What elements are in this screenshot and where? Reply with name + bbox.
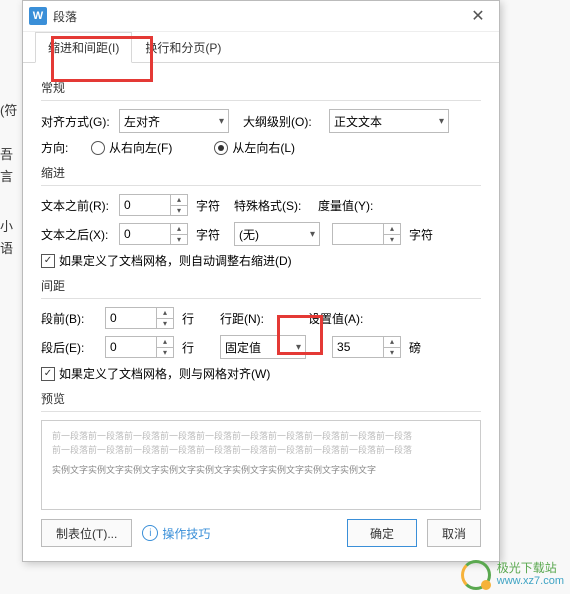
- section-indent: 缩进: [41, 164, 481, 181]
- checkbox-snap-to-grid[interactable]: 如果定义了文档网格，则与网格对齐(W): [41, 365, 270, 382]
- chevron-up-icon[interactable]: ▴: [157, 337, 173, 348]
- checkbox-auto-adjust-indent[interactable]: 如果定义了文档网格，则自动调整右缩进(D): [41, 252, 292, 269]
- alignment-value: 左对齐: [124, 113, 160, 130]
- chevron-down-icon: ▾: [219, 116, 224, 127]
- chevron-up-icon[interactable]: ▴: [171, 195, 187, 206]
- ok-button[interactable]: 确定: [347, 519, 417, 547]
- app-icon: W: [29, 7, 47, 25]
- outline-dropdown[interactable]: 正文文本 ▾: [329, 109, 449, 133]
- unit-label: 磅: [409, 339, 421, 356]
- label-outline: 大纲级别(O):: [243, 113, 323, 130]
- label-line-spacing: 行距(N):: [220, 310, 276, 327]
- divider: [41, 298, 481, 299]
- chevron-down-icon[interactable]: ▾: [384, 348, 400, 358]
- radio-ltr[interactable]: 从左向右(L): [214, 139, 295, 156]
- divider: [41, 100, 481, 101]
- close-icon[interactable]: ✕: [463, 1, 493, 31]
- radio-rtl[interactable]: 从右向左(F): [91, 139, 172, 156]
- preview-sample-text: 实例文字实例文字实例文字实例文字实例文字实例文字实例文字实例文字实例文字: [52, 463, 470, 477]
- label-special-format: 特殊格式(S):: [234, 197, 312, 214]
- chevron-down-icon[interactable]: ▾: [384, 235, 400, 245]
- tab-line-page-breaks[interactable]: 换行和分页(P): [132, 32, 234, 62]
- chevron-down-icon: ▾: [310, 229, 315, 240]
- chevron-down-icon: ▾: [439, 116, 444, 127]
- line-spacing-value: 固定值: [225, 339, 261, 356]
- left-text: (符: [0, 100, 22, 122]
- radio-rtl-label: 从右向左(F): [109, 139, 172, 156]
- text-before-value: 0: [119, 194, 170, 216]
- unit-label: 行: [182, 310, 194, 327]
- preview-grey-text: 前一段落前一段落前一段落前一段落前一段落前一段落前一段落前一段落前一段落前一段落: [52, 429, 470, 443]
- left-text: 吾言: [0, 144, 22, 188]
- unit-label: 字符: [409, 226, 433, 243]
- label-measure: 度量值(Y):: [318, 197, 384, 214]
- section-spacing: 间距: [41, 277, 481, 294]
- outline-value: 正文文本: [334, 113, 382, 130]
- tips-link[interactable]: i 操作技巧: [142, 525, 210, 542]
- divider: [41, 411, 481, 412]
- set-value-spinner[interactable]: 35 ▴▾: [332, 336, 401, 358]
- watermark-logo-icon: [461, 560, 491, 590]
- dialog-title: 段落: [53, 8, 463, 25]
- paragraph-dialog: W 段落 ✕ 缩进和间距(I) 换行和分页(P) 常规 对齐方式(G): 左对齐…: [22, 0, 500, 562]
- section-preview: 预览: [41, 390, 481, 407]
- label-set-value: 设置值(A):: [308, 310, 374, 327]
- text-before-spinner[interactable]: 0 ▴▾: [119, 194, 188, 216]
- label-direction: 方向:: [41, 139, 85, 156]
- tab-indent-spacing[interactable]: 缩进和间距(I): [35, 32, 132, 63]
- divider: [41, 185, 481, 186]
- space-before-spinner[interactable]: 0 ▴▾: [105, 307, 174, 329]
- watermark-name: 极光下载站: [497, 562, 564, 575]
- label-space-before: 段前(B):: [41, 310, 99, 327]
- chevron-down-icon[interactable]: ▾: [157, 319, 173, 329]
- watermark: 极光下载站 www.xz7.com: [461, 560, 564, 590]
- checkbox-icon: [41, 367, 55, 381]
- preview-grey-text: 前一段落前一段落前一段落前一段落前一段落前一段落前一段落前一段落前一段落前一段落: [52, 443, 470, 457]
- tips-label: 操作技巧: [162, 525, 210, 542]
- tabstops-button[interactable]: 制表位(T)...: [41, 519, 132, 547]
- chevron-up-icon[interactable]: ▴: [384, 337, 400, 348]
- section-general: 常规: [41, 79, 481, 96]
- checkbox-icon: [41, 254, 55, 268]
- chevron-up-icon[interactable]: ▴: [157, 308, 173, 319]
- special-format-dropdown[interactable]: (无) ▾: [234, 222, 320, 246]
- alignment-dropdown[interactable]: 左对齐 ▾: [119, 109, 229, 133]
- preview-box: 前一段落前一段落前一段落前一段落前一段落前一段落前一段落前一段落前一段落前一段落…: [41, 420, 481, 510]
- measure-spinner[interactable]: ▴▾: [332, 223, 401, 245]
- info-icon: i: [142, 525, 158, 541]
- space-before-value: 0: [105, 307, 156, 329]
- space-after-spinner[interactable]: 0 ▴▾: [105, 336, 174, 358]
- chevron-down-icon[interactable]: ▾: [171, 206, 187, 216]
- label-text-before: 文本之前(R):: [41, 197, 113, 214]
- unit-label: 行: [182, 339, 194, 356]
- chevron-down-icon[interactable]: ▾: [157, 348, 173, 358]
- radio-ltr-label: 从左向右(L): [232, 139, 295, 156]
- radio-icon: [91, 141, 105, 155]
- radio-icon: [214, 141, 228, 155]
- unit-label: 字符: [196, 197, 220, 214]
- label-text-after: 文本之后(X):: [41, 226, 113, 243]
- watermark-site: www.xz7.com: [497, 575, 564, 588]
- text-after-value: 0: [119, 223, 170, 245]
- label-space-after: 段后(E):: [41, 339, 99, 356]
- left-text: 小语: [0, 216, 22, 260]
- chevron-up-icon[interactable]: ▴: [384, 224, 400, 235]
- checkbox-label: 如果定义了文档网格，则自动调整右缩进(D): [59, 252, 292, 269]
- unit-label: 字符: [196, 226, 220, 243]
- special-format-value: (无): [239, 226, 259, 243]
- chevron-down-icon: ▾: [296, 342, 301, 353]
- checkbox-label: 如果定义了文档网格，则与网格对齐(W): [59, 365, 270, 382]
- tab-bar: 缩进和间距(I) 换行和分页(P): [23, 32, 499, 63]
- line-spacing-dropdown[interactable]: 固定值 ▾: [220, 335, 306, 359]
- set-value: 35: [332, 336, 383, 358]
- titlebar: W 段落 ✕: [23, 1, 499, 32]
- label-alignment: 对齐方式(G):: [41, 113, 113, 130]
- chevron-down-icon[interactable]: ▾: [171, 235, 187, 245]
- measure-value: [332, 223, 383, 245]
- space-after-value: 0: [105, 336, 156, 358]
- text-after-spinner[interactable]: 0 ▴▾: [119, 223, 188, 245]
- chevron-up-icon[interactable]: ▴: [171, 224, 187, 235]
- cancel-button[interactable]: 取消: [427, 519, 481, 547]
